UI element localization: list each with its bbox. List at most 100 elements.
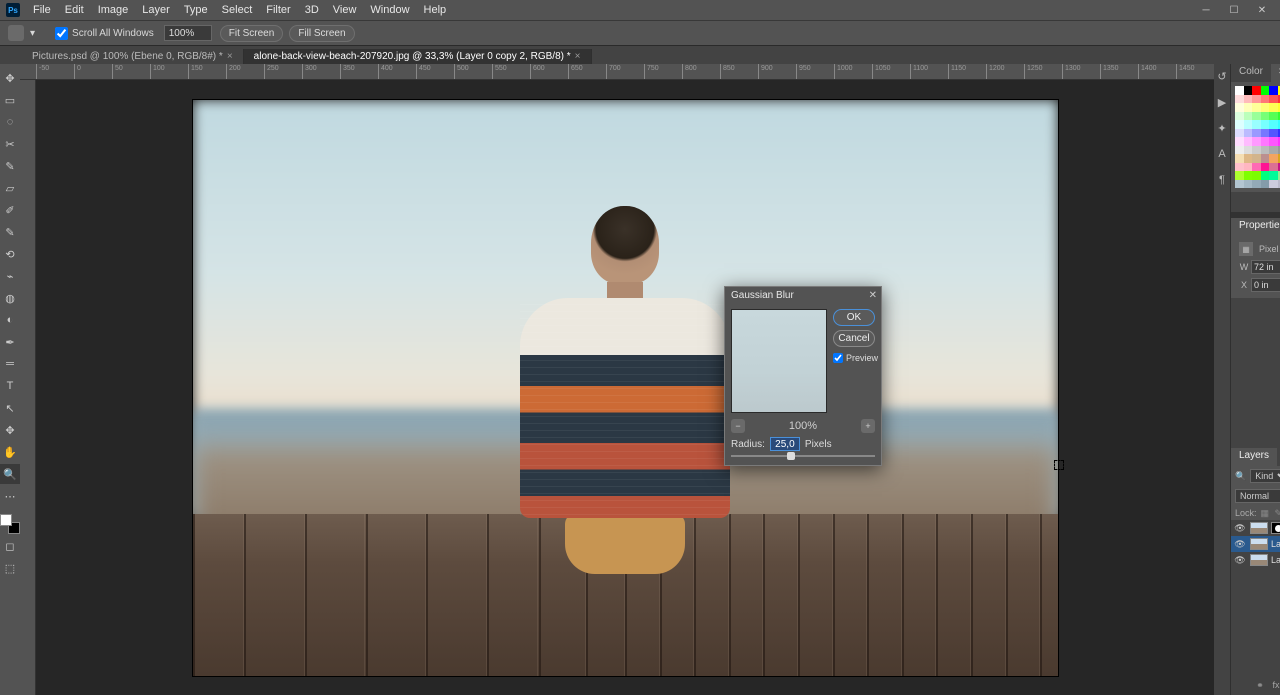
tool-9[interactable]: ⌁ <box>0 266 20 286</box>
swatch[interactable] <box>1244 86 1253 95</box>
swatch[interactable] <box>1244 171 1253 180</box>
swatch[interactable] <box>1269 120 1278 129</box>
tool-4[interactable]: ✎ <box>0 156 20 176</box>
visibility-icon[interactable]: 👁 <box>1234 554 1246 566</box>
swatch[interactable] <box>1244 137 1253 146</box>
swatch[interactable] <box>1269 129 1278 138</box>
document-tab[interactable]: Pictures.psd @ 100% (Ebene 0, RGB/8#) *× <box>22 49 244 64</box>
swatch[interactable] <box>1235 154 1244 163</box>
screen-mode-icon[interactable]: ⬚ <box>0 558 20 578</box>
swatch[interactable] <box>1235 129 1244 138</box>
swatch[interactable] <box>1252 112 1261 121</box>
cancel-button[interactable]: Cancel <box>833 330 875 347</box>
swatch[interactable] <box>1235 103 1244 112</box>
zoom-out-button[interactable]: − <box>731 419 745 433</box>
swatch[interactable] <box>1244 154 1253 163</box>
fg-bg-swatch[interactable] <box>0 514 20 534</box>
swatch[interactable] <box>1252 137 1261 146</box>
menu-edit[interactable]: Edit <box>58 1 91 19</box>
tool-dropdown-arrow[interactable]: ▾ <box>30 28 35 39</box>
swatch[interactable] <box>1244 120 1253 129</box>
properties-tab[interactable]: Properties <box>1231 218 1280 236</box>
menu-3d[interactable]: 3D <box>298 1 326 19</box>
menu-view[interactable]: View <box>326 1 364 19</box>
menu-filter[interactable]: Filter <box>259 1 297 19</box>
quick-mask-icon[interactable]: ◻ <box>0 536 20 556</box>
swatch[interactable] <box>1261 86 1270 95</box>
swatch[interactable] <box>1261 112 1270 121</box>
swatch[interactable] <box>1269 137 1278 146</box>
tool-6[interactable]: ✐ <box>0 200 20 220</box>
menu-help[interactable]: Help <box>417 1 454 19</box>
layer-row[interactable]: 👁Layer 0 <box>1231 552 1280 568</box>
swatch[interactable] <box>1261 103 1270 112</box>
swatch[interactable] <box>1261 154 1270 163</box>
swatch[interactable] <box>1235 163 1244 172</box>
swatch[interactable] <box>1269 171 1278 180</box>
tool-10[interactable]: ◍ <box>0 288 20 308</box>
tool-14[interactable]: T <box>0 376 20 396</box>
swatch[interactable] <box>1261 95 1270 104</box>
swatch[interactable] <box>1235 146 1244 155</box>
character-icon[interactable]: A <box>1214 146 1230 162</box>
blend-mode-select[interactable]: Normal <box>1235 489 1280 503</box>
menu-select[interactable]: Select <box>215 1 260 19</box>
tool-11[interactable]: ◐ <box>0 310 20 330</box>
kind-filter[interactable]: Kind <box>1250 469 1280 483</box>
tool-1[interactable]: ▭ <box>0 90 20 110</box>
layer-thumbnail[interactable] <box>1250 554 1268 566</box>
swatch[interactable] <box>1261 180 1270 189</box>
swatch[interactable] <box>1252 86 1261 95</box>
tool-0[interactable]: ✥ <box>0 68 20 88</box>
swatch[interactable] <box>1244 163 1253 172</box>
preview-checkbox[interactable] <box>833 353 843 363</box>
swatch[interactable] <box>1244 103 1253 112</box>
swatch[interactable] <box>1252 129 1261 138</box>
swatch[interactable] <box>1252 120 1261 129</box>
lock-transparency-icon[interactable]: ▦ <box>1261 508 1271 518</box>
paragraph-icon[interactable]: ¶ <box>1214 172 1230 188</box>
radius-input[interactable] <box>770 437 800 451</box>
swatch[interactable] <box>1244 180 1253 189</box>
swatch[interactable] <box>1252 95 1261 104</box>
tool-8[interactable]: ⟲ <box>0 244 20 264</box>
dialog-preview[interactable] <box>731 309 827 413</box>
swatch[interactable] <box>1235 137 1244 146</box>
swatch[interactable] <box>1261 146 1270 155</box>
close-button[interactable]: ✕ <box>1248 0 1276 20</box>
layers-tab[interactable]: Layers <box>1231 448 1277 466</box>
tool-19[interactable]: ⋯ <box>0 486 20 506</box>
minimize-button[interactable]: ─ <box>1192 0 1220 20</box>
preview-checkbox-row[interactable]: Preview <box>833 353 875 363</box>
width-input[interactable] <box>1251 260 1280 274</box>
swatch[interactable] <box>1252 103 1261 112</box>
swatch[interactable] <box>1261 120 1270 129</box>
swatch[interactable] <box>1235 95 1244 104</box>
brushes-icon[interactable]: ✦ <box>1214 120 1230 136</box>
swatch[interactable] <box>1235 86 1244 95</box>
visibility-icon[interactable]: 👁 <box>1234 538 1246 550</box>
swatch[interactable] <box>1269 146 1278 155</box>
layer-row[interactable]: 👁Layer 0 copy 2 <box>1231 536 1280 552</box>
swatch[interactable] <box>1269 112 1278 121</box>
layer-fx-icon[interactable]: fx <box>1270 679 1280 691</box>
layer-thumbnail[interactable] <box>1250 522 1268 534</box>
layer-row[interactable]: 👁Layer 0 copy <box>1231 520 1280 536</box>
zoom-in-button[interactable]: + <box>861 419 875 433</box>
menu-layer[interactable]: Layer <box>135 1 177 19</box>
document-tab[interactable]: alone-back-view-beach-207920.jpg @ 33,3%… <box>244 49 592 64</box>
fill-screen-button[interactable]: Fill Screen <box>289 25 354 42</box>
swatch[interactable] <box>1252 180 1261 189</box>
swatch[interactable] <box>1235 180 1244 189</box>
swatch[interactable] <box>1244 95 1253 104</box>
layer-thumbnail[interactable] <box>1250 538 1268 550</box>
swatch[interactable] <box>1244 112 1253 121</box>
swatch[interactable] <box>1252 171 1261 180</box>
swatch[interactable] <box>1269 163 1278 172</box>
dialog-close-button[interactable]: ✕ <box>869 290 877 301</box>
tool-16[interactable]: ✥ <box>0 420 20 440</box>
lock-pixels-icon[interactable]: ✎ <box>1275 508 1280 518</box>
swatch[interactable] <box>1269 86 1278 95</box>
tool-18[interactable]: 🔍 <box>0 464 20 484</box>
swatch[interactable] <box>1244 146 1253 155</box>
